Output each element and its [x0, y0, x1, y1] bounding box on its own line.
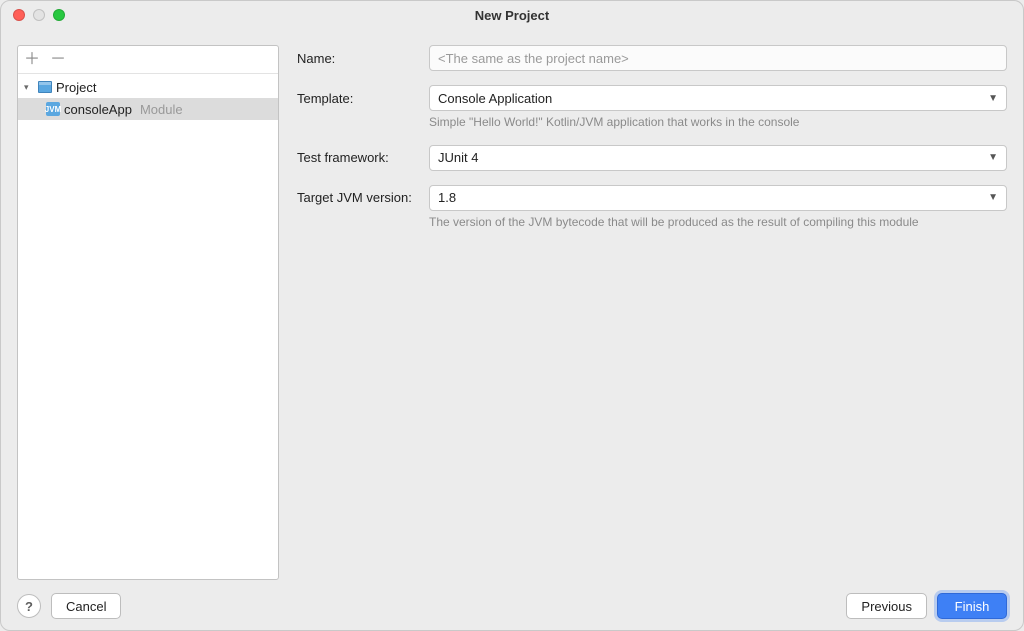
chevron-down-icon: ▼ [988, 93, 998, 104]
template-select[interactable]: Console Application ▼ [429, 85, 1007, 111]
tree-module-name: consoleApp [64, 102, 132, 117]
jvm-value: 1.8 [438, 190, 456, 205]
window-title: New Project [1, 8, 1023, 23]
tree-module-tag: Module [140, 102, 183, 117]
close-icon[interactable] [13, 9, 25, 21]
module-icon: JVM [46, 102, 60, 116]
row-template: Template: Console Application ▼ [297, 85, 1007, 111]
chevron-down-icon: ▼ [988, 192, 998, 203]
row-testfw: Test framework: JUnit 4 ▼ [297, 145, 1007, 171]
jvm-select[interactable]: 1.8 ▼ [429, 185, 1007, 211]
label-name: Name: [297, 51, 429, 66]
window-controls [1, 9, 65, 21]
chevron-down-icon[interactable]: ▾ [24, 82, 34, 93]
tree-row-module[interactable]: JVM consoleApp Module [18, 98, 278, 120]
label-jvm: Target JVM version: [297, 190, 429, 205]
minimize-icon [33, 9, 45, 21]
tree-project-label: Project [56, 80, 96, 95]
row-jvm: Target JVM version: 1.8 ▼ [297, 185, 1007, 211]
chevron-down-icon: ▼ [988, 152, 998, 163]
form-panel: Name: <The same as the project name> Tem… [297, 45, 1007, 580]
cancel-button[interactable]: Cancel [51, 593, 121, 619]
testfw-value: JUnit 4 [438, 150, 478, 165]
add-button[interactable]: ＋ [24, 52, 40, 68]
remove-button[interactable]: － [50, 52, 66, 68]
tree-row-project[interactable]: ▾ Project [18, 76, 278, 98]
project-tree-panel: ＋ － ▾ Project JVM consoleApp Module [17, 45, 279, 580]
dialog-content: ＋ － ▾ Project JVM consoleApp Module Name… [1, 29, 1023, 580]
template-hint: Simple "Hello World!" Kotlin/JVM applica… [429, 115, 1007, 131]
name-field[interactable]: <The same as the project name> [429, 45, 1007, 71]
tree-toolbar: ＋ － [18, 46, 278, 74]
help-button[interactable]: ? [17, 594, 41, 618]
row-name: Name: <The same as the project name> [297, 45, 1007, 71]
project-tree[interactable]: ▾ Project JVM consoleApp Module [18, 74, 278, 579]
label-testfw: Test framework: [297, 150, 429, 165]
name-placeholder: <The same as the project name> [438, 51, 629, 66]
jvm-hint: The version of the JVM bytecode that wil… [429, 215, 1007, 231]
previous-button[interactable]: Previous [846, 593, 927, 619]
testfw-select[interactable]: JUnit 4 ▼ [429, 145, 1007, 171]
finish-button[interactable]: Finish [937, 593, 1007, 619]
titlebar: New Project [1, 1, 1023, 29]
zoom-icon[interactable] [53, 9, 65, 21]
button-bar: ? Cancel Previous Finish [1, 580, 1023, 631]
label-template: Template: [297, 91, 429, 106]
template-value: Console Application [438, 91, 552, 106]
project-icon [38, 81, 52, 93]
